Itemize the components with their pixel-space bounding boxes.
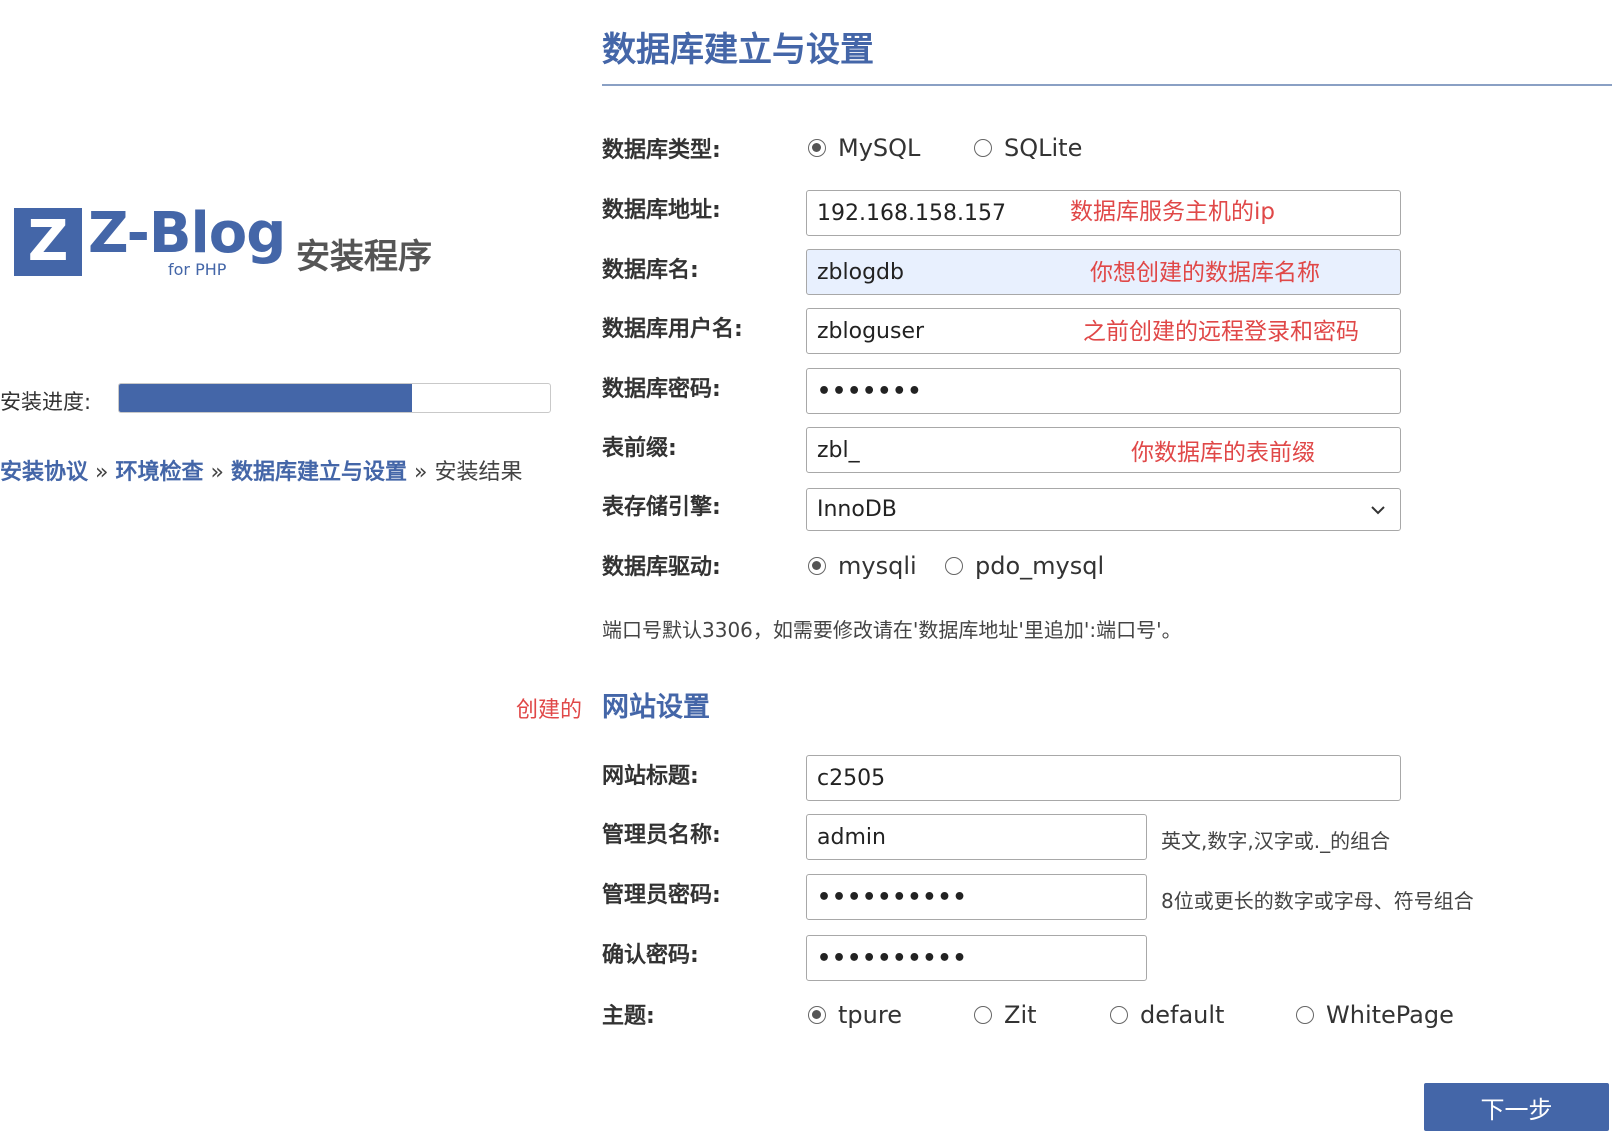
admin-name-label: 管理员名称:	[602, 823, 721, 848]
next-step-button[interactable]: 下一步	[1424, 1083, 1609, 1131]
db-type-label: 数据库类型:	[602, 138, 721, 163]
title-divider	[602, 84, 1612, 86]
admin-password-input[interactable]: ••••••••••	[806, 874, 1147, 920]
radio-checked-icon	[808, 557, 826, 575]
breadcrumb-separator: »	[210, 460, 224, 485]
admin-name-hint: 英文,数字,汉字或._的组合	[1161, 829, 1391, 853]
logo-letter: Z	[27, 209, 69, 274]
radio-label: pdo_mysql	[975, 552, 1105, 580]
page-title: 数据库建立与设置	[602, 30, 874, 70]
radio-label: SQLite	[1004, 134, 1083, 162]
db-name-label: 数据库名:	[602, 258, 699, 283]
progress-bar	[118, 383, 551, 413]
db-type-radio-mysql[interactable]: MySQL	[808, 134, 920, 162]
table-prefix-value: zbl_	[817, 437, 860, 463]
db-name-value: zblogdb	[817, 259, 904, 285]
admin-password-label: 管理员密码:	[602, 883, 721, 908]
db-password-value: •••••••	[817, 378, 923, 404]
admin-password-hint: 8位或更长的数字或字母、符号组合	[1161, 889, 1474, 913]
db-host-value: 192.168.158.157	[817, 200, 1006, 226]
storage-engine-select[interactable]: InnoDB	[806, 488, 1401, 531]
radio-unchecked-icon	[1296, 1006, 1314, 1024]
radio-label: default	[1140, 1001, 1225, 1029]
radio-unchecked-icon	[974, 1006, 992, 1024]
confirm-password-input[interactable]: ••••••••••	[806, 935, 1147, 981]
theme-radio-whitepage[interactable]: WhitePage	[1296, 1001, 1454, 1029]
theme-radio-default[interactable]: default	[1110, 1001, 1224, 1029]
radio-unchecked-icon	[945, 557, 963, 575]
db-host-label: 数据库地址:	[602, 198, 721, 223]
radio-unchecked-icon	[974, 139, 992, 157]
db-type-radio-sqlite[interactable]: SQLite	[974, 134, 1082, 162]
radio-label: WhitePage	[1326, 1001, 1454, 1029]
chevron-down-icon	[1370, 500, 1386, 519]
breadcrumb-step-environment: 环境检查	[115, 460, 204, 485]
db-password-label: 数据库密码:	[602, 377, 721, 402]
radio-checked-icon	[808, 139, 826, 157]
radio-checked-icon	[808, 1006, 826, 1024]
breadcrumb-separator: »	[95, 460, 109, 485]
storage-engine-value: InnoDB	[817, 497, 897, 522]
radio-label: MySQL	[838, 134, 921, 162]
db-driver-radio-mysqli[interactable]: mysqli	[808, 552, 917, 580]
logo-subtitle: for PHP	[168, 260, 227, 279]
table-prefix-label: 表前缀:	[602, 436, 677, 461]
site-settings-title: 网站设置	[602, 692, 710, 723]
db-host-annotation: 数据库服务主机的ip	[1070, 199, 1275, 225]
radio-label: mysqli	[838, 552, 917, 580]
theme-label: 主题:	[602, 1004, 655, 1029]
site-title-input[interactable]: c2505	[806, 755, 1401, 801]
table-prefix-annotation: 你数据库的表前缀	[1131, 440, 1315, 466]
breadcrumb-separator: »	[413, 460, 428, 485]
port-note: 端口号默认3306，如需要修改请在'数据库地址'里追加':端口号'。	[602, 618, 1182, 642]
breadcrumb-step-database: 数据库建立与设置	[230, 460, 407, 485]
site-title-value: c2505	[817, 765, 886, 791]
admin-name-input[interactable]: admin	[806, 814, 1147, 860]
theme-radio-zit[interactable]: Zit	[974, 1001, 1037, 1029]
setup-title: 安装程序	[296, 237, 432, 277]
db-name-annotation: 你想创建的数据库名称	[1090, 260, 1320, 286]
progress-label: 安装进度:	[0, 390, 92, 414]
db-user-annotation: 之前创建的远程登录和密码	[1083, 319, 1359, 345]
storage-engine-label: 表存储引擎:	[602, 495, 721, 520]
radio-label: Zit	[1004, 1001, 1037, 1029]
side-annotation: 创建的	[516, 698, 583, 723]
confirm-password-value: ••••••••••	[817, 945, 968, 971]
db-driver-radio-pdo-mysql[interactable]: pdo_mysql	[945, 552, 1104, 580]
breadcrumb: 安装协议» 环境检查» 数据库建立与设置» 安装结果	[0, 454, 522, 486]
radio-label: tpure	[838, 1001, 902, 1029]
db-password-input[interactable]: •••••••	[806, 368, 1401, 414]
db-user-value: zbloguser	[817, 318, 925, 344]
db-driver-label: 数据库驱动:	[602, 555, 721, 580]
progress-bar-fill	[119, 384, 413, 412]
admin-name-value: admin	[817, 824, 886, 850]
z-logo-icon: Z	[14, 208, 82, 276]
logo-wordmark: Z-Blog	[88, 201, 286, 266]
confirm-password-label: 确认密码:	[602, 943, 699, 968]
admin-password-value: ••••••••••	[817, 884, 968, 910]
site-title-label: 网站标题:	[602, 764, 699, 789]
theme-radio-tpure[interactable]: tpure	[808, 1001, 902, 1029]
breadcrumb-step-agreement: 安装协议	[0, 460, 89, 485]
radio-unchecked-icon	[1110, 1006, 1128, 1024]
breadcrumb-step-result: 安装结果	[434, 460, 523, 485]
db-user-label: 数据库用户名:	[602, 317, 743, 342]
